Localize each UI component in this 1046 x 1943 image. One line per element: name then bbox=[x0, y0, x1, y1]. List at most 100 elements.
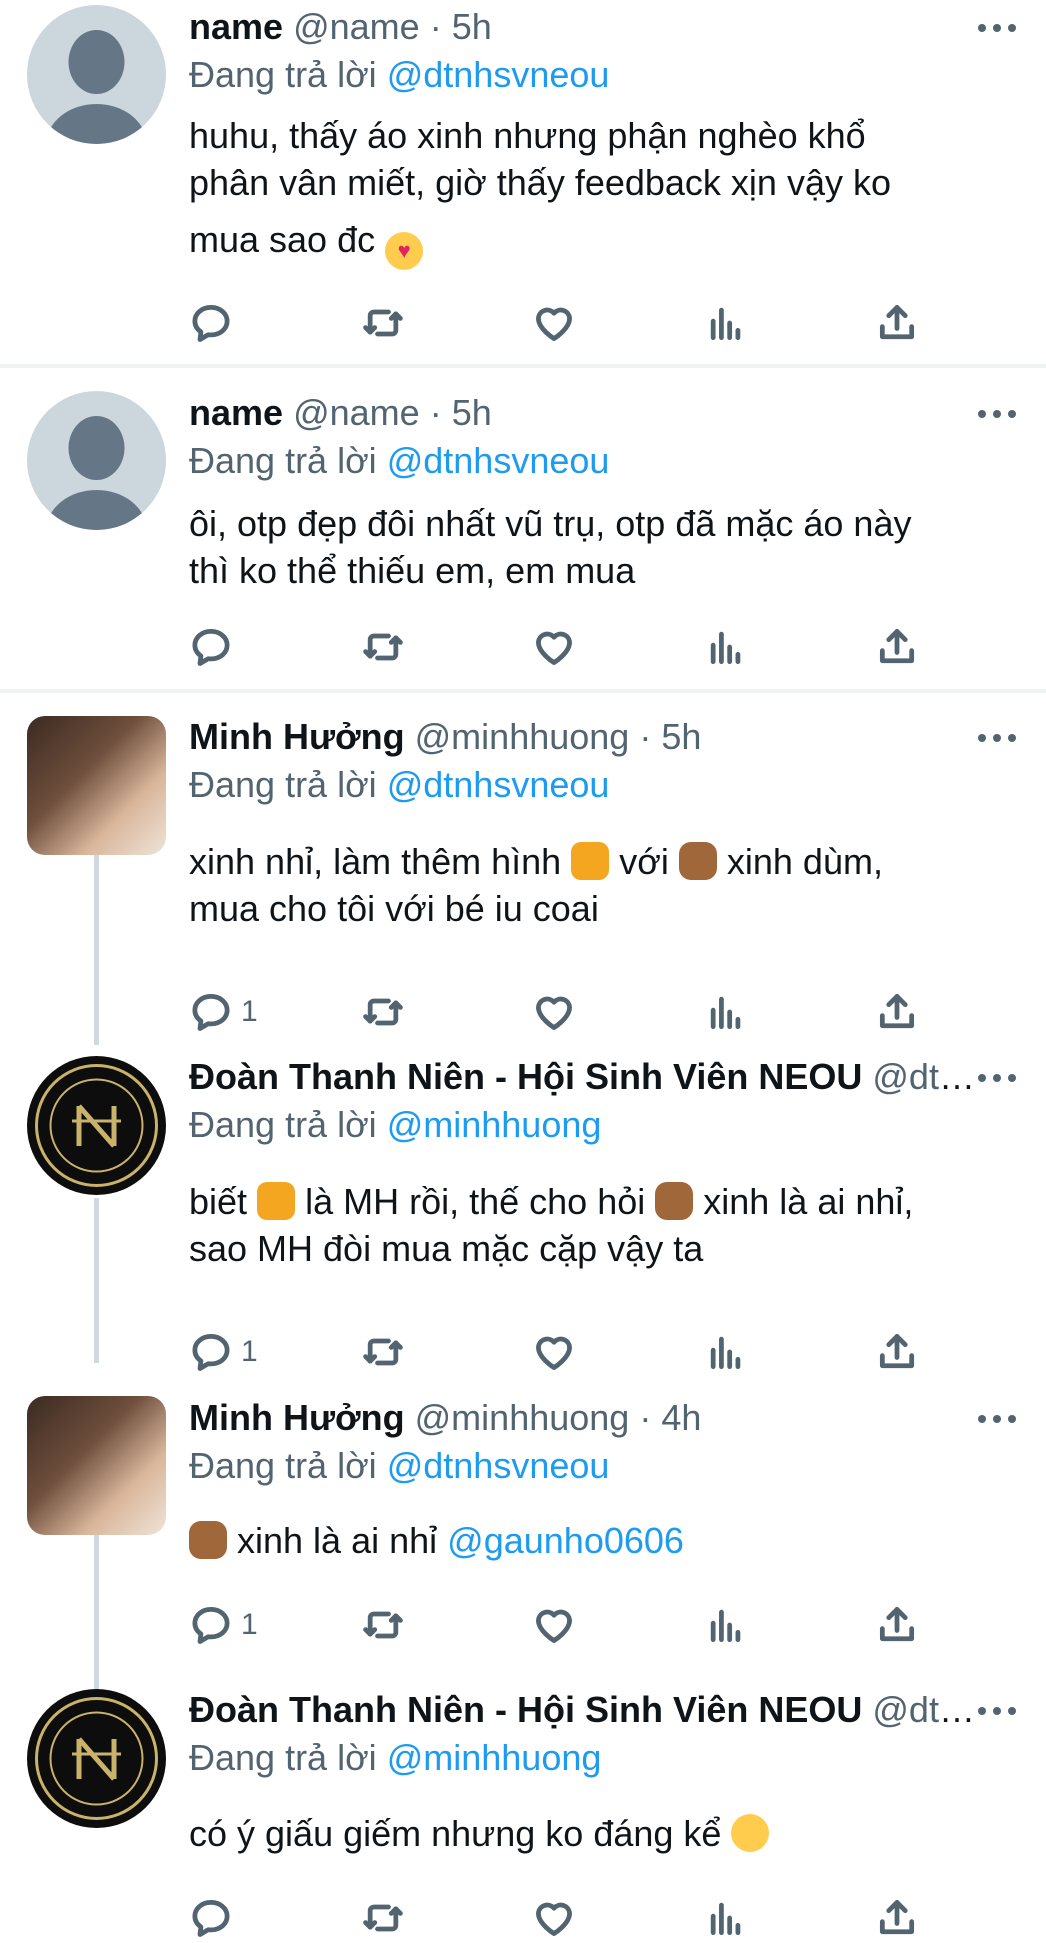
tweet-header: Minh Hưởng @minhhuong · 5h bbox=[189, 712, 976, 762]
replying-to-label: Đang trả lời bbox=[189, 764, 377, 805]
timestamp[interactable]: 4h bbox=[661, 1397, 701, 1438]
share-icon bbox=[875, 301, 919, 345]
views-button[interactable] bbox=[704, 622, 748, 672]
timestamp[interactable]: 5h bbox=[661, 716, 701, 757]
tweet[interactable]: Minh Hưởng @minhhuong · 4h Đang trả lời … bbox=[0, 1391, 1046, 1691]
tweet[interactable]: name @name · 5h Đang trả lời @dtnhsvneou… bbox=[0, 0, 1046, 365]
replying-to: Đang trả lời @dtnhsvneou bbox=[189, 762, 609, 808]
reply-button[interactable] bbox=[189, 622, 233, 672]
reply-icon bbox=[189, 625, 233, 669]
tweet-text-line: mua sao đc bbox=[189, 219, 376, 260]
share-button[interactable] bbox=[875, 622, 919, 672]
mention-link[interactable]: @dtnhsvneou bbox=[387, 54, 610, 95]
like-button[interactable] bbox=[532, 1893, 576, 1943]
reply-button[interactable] bbox=[189, 298, 233, 348]
share-button[interactable] bbox=[875, 298, 919, 348]
like-button[interactable] bbox=[532, 987, 576, 1037]
retweet-button[interactable] bbox=[361, 1327, 405, 1377]
heart-eyes-emoji-icon: ♥ bbox=[385, 232, 424, 270]
avatar[interactable] bbox=[27, 1396, 166, 1535]
tweet[interactable]: Minh Hưởng @minhhuong · 5h Đang trả lời … bbox=[0, 710, 1046, 1050]
user-handle[interactable]: @minhhuong bbox=[415, 716, 630, 757]
replying-to: Đang trả lời @dtnhsvneou bbox=[189, 438, 609, 484]
more-icon[interactable] bbox=[978, 24, 1016, 34]
retweet-button[interactable] bbox=[361, 1600, 405, 1650]
avatar[interactable] bbox=[27, 1689, 166, 1828]
avatar[interactable] bbox=[27, 391, 166, 530]
tweet-text-line-wrap: mua sao đc ♥ bbox=[189, 216, 1009, 270]
views-button[interactable] bbox=[704, 298, 748, 348]
views-button[interactable] bbox=[704, 987, 748, 1037]
tweet[interactable]: Đoàn Thanh Niên - Hội Sinh Viên NEOU @dt… bbox=[0, 1050, 1046, 1390]
reply-icon bbox=[189, 1896, 233, 1940]
user-handle[interactable]: @name bbox=[293, 392, 420, 433]
share-button[interactable] bbox=[875, 987, 919, 1037]
like-button[interactable] bbox=[532, 1600, 576, 1650]
retweet-icon bbox=[361, 301, 405, 345]
reply-icon bbox=[189, 301, 233, 345]
replying-to: Đang trả lời @dtnhsvneou bbox=[189, 52, 609, 98]
avatar[interactable] bbox=[27, 5, 166, 144]
tiger-emoji-icon bbox=[257, 1182, 296, 1220]
retweet-button[interactable] bbox=[361, 1893, 405, 1943]
views-button[interactable] bbox=[704, 1893, 748, 1943]
reply-button[interactable] bbox=[189, 1893, 233, 1943]
reply-button[interactable]: 1 bbox=[189, 987, 258, 1037]
tweet-text-line: thì ko thể thiếu em, em mua bbox=[189, 550, 636, 591]
like-button[interactable] bbox=[532, 622, 576, 672]
more-icon[interactable] bbox=[978, 734, 1016, 744]
avatar[interactable] bbox=[27, 716, 166, 855]
views-button[interactable] bbox=[704, 1600, 748, 1650]
display-name[interactable]: name bbox=[189, 392, 283, 433]
mention-link[interactable]: @gaunho0606 bbox=[447, 1520, 684, 1561]
replying-to-label: Đang trả lời bbox=[189, 1737, 377, 1778]
share-button[interactable] bbox=[875, 1600, 919, 1650]
tweet-header: Minh Hưởng @minhhuong · 4h bbox=[189, 1393, 976, 1443]
mention-link[interactable]: @minhhuong bbox=[387, 1104, 602, 1145]
action-bar bbox=[189, 1893, 949, 1943]
display-name[interactable]: Đoàn Thanh Niên - Hội Sinh Viên NEOU bbox=[189, 1689, 862, 1730]
more-icon[interactable] bbox=[978, 1707, 1016, 1717]
more-icon[interactable] bbox=[978, 1074, 1016, 1084]
display-name[interactable]: Minh Hưởng bbox=[189, 716, 405, 757]
display-name[interactable]: name bbox=[189, 6, 283, 47]
tweet-text-line: huhu, thấy áo xinh nhưng phận nghèo khổ bbox=[189, 115, 866, 156]
heart-icon bbox=[532, 1603, 576, 1647]
retweet-button[interactable] bbox=[361, 622, 405, 672]
user-handle[interactable]: @dtnhsvneou bbox=[872, 1689, 976, 1730]
user-handle[interactable]: @name bbox=[293, 6, 420, 47]
more-icon[interactable] bbox=[978, 410, 1016, 420]
share-icon bbox=[875, 1896, 919, 1940]
tweet-text: xinh là ai nhỉ @gaunho0606 bbox=[189, 1517, 1009, 1564]
reply-button[interactable]: 1 bbox=[189, 1600, 258, 1650]
tweet[interactable]: Đoàn Thanh Niên - Hội Sinh Viên NEOU @dt… bbox=[0, 1683, 1046, 1920]
separator-dot: · bbox=[639, 716, 652, 757]
like-button[interactable] bbox=[532, 1327, 576, 1377]
replying-to: Đang trả lời @minhhuong bbox=[189, 1102, 601, 1148]
views-button[interactable] bbox=[704, 1327, 748, 1377]
more-icon[interactable] bbox=[978, 1415, 1016, 1425]
mention-link[interactable]: @dtnhsvneou bbox=[387, 1445, 610, 1486]
tweet-text-segment: là MH rồi, thế cho hỏi bbox=[305, 1181, 646, 1222]
tweet-header: Đoàn Thanh Niên - Hội Sinh Viên NEOU @dt… bbox=[189, 1685, 976, 1735]
tweet[interactable]: name @name · 5h Đang trả lời @dtnhsvneou… bbox=[0, 386, 1046, 691]
share-button[interactable] bbox=[875, 1327, 919, 1377]
avatar[interactable] bbox=[27, 1056, 166, 1195]
tweet-text-line: sao MH đòi mua mặc cặp vậy ta bbox=[189, 1228, 704, 1269]
like-button[interactable] bbox=[532, 298, 576, 348]
mention-link[interactable]: @dtnhsvneou bbox=[387, 764, 610, 805]
retweet-button[interactable] bbox=[361, 298, 405, 348]
retweet-button[interactable] bbox=[361, 987, 405, 1037]
timestamp[interactable]: 5h bbox=[452, 6, 492, 47]
display-name[interactable]: Đoàn Thanh Niên - Hội Sinh Viên NEOU bbox=[189, 1056, 862, 1097]
display-name[interactable]: Minh Hưởng bbox=[189, 1397, 405, 1438]
user-handle[interactable]: @dtnhsvneou bbox=[872, 1056, 976, 1097]
share-button[interactable] bbox=[875, 1893, 919, 1943]
reply-button[interactable]: 1 bbox=[189, 1327, 258, 1377]
nct-logo-icon bbox=[35, 1697, 158, 1820]
mention-link[interactable]: @dtnhsvneou bbox=[387, 440, 610, 481]
tweet-text-segment: xinh là ai nhỉ bbox=[237, 1520, 438, 1561]
user-handle[interactable]: @minhhuong bbox=[415, 1397, 630, 1438]
timestamp[interactable]: 5h bbox=[452, 392, 492, 433]
mention-link[interactable]: @minhhuong bbox=[387, 1737, 602, 1778]
